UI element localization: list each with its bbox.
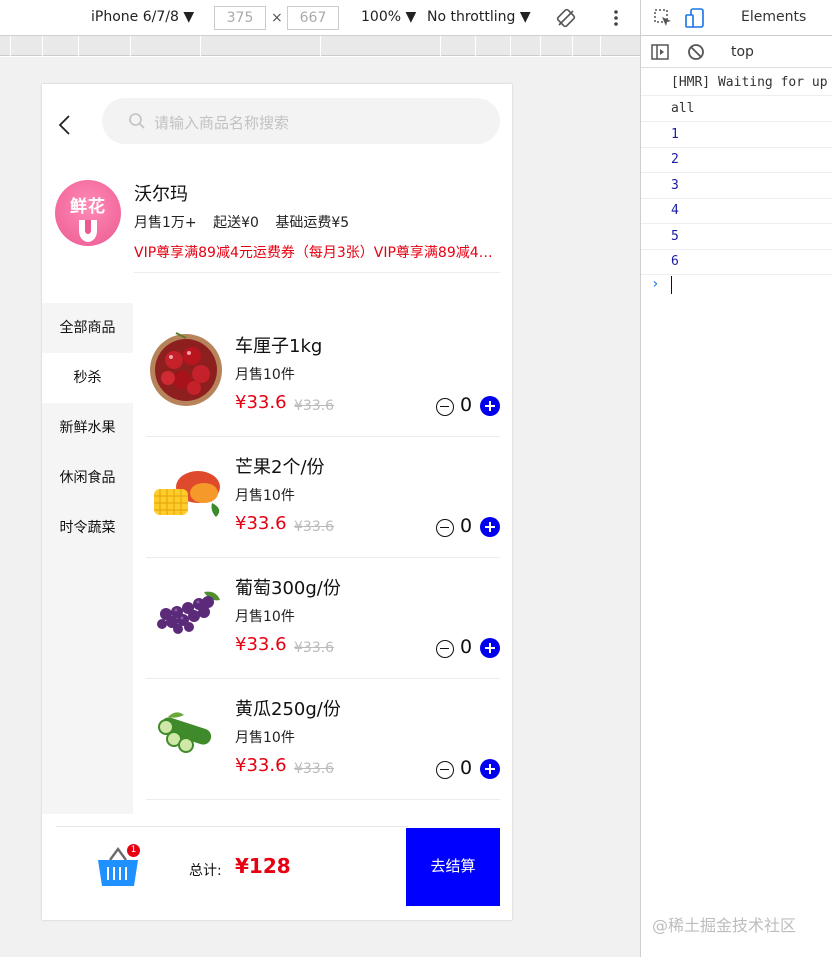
height-input[interactable]: 667 (287, 6, 339, 30)
increase-qty-button[interactable] (480, 759, 500, 779)
product-name: 黄瓜250g/份 (235, 699, 341, 720)
footer-divider (56, 826, 408, 827)
device-toolbar: iPhone 6/7/8 ▼ 375 × 667 100% ▼ No throt… (0, 0, 640, 36)
cucumber-image (158, 712, 212, 753)
product-sold: 月售10件 (235, 730, 295, 746)
search-input[interactable]: 请输入商品名称搜索 (102, 98, 500, 144)
search-icon (129, 113, 145, 129)
store-logo: 鲜花 (55, 180, 121, 246)
monthly-sales: 月售1万+ (134, 215, 197, 231)
store-logo-text: 鲜花 (70, 197, 106, 217)
rotate-icon[interactable] (556, 8, 576, 28)
console-line: 2 (641, 147, 832, 173)
product-item[interactable]: 芒果2个/份 月售10件 ¥33.6 ¥33.6 0 (146, 437, 500, 558)
zoom-select[interactable]: 100% ▼ (361, 9, 416, 25)
product-price: ¥33.6 (235, 513, 287, 534)
decrease-qty-button[interactable] (436, 519, 454, 537)
store-promo[interactable]: VIP尊享满89减4元运费券（每月3张）VIP尊享满89减4元运费券（每月3张） (134, 242, 500, 262)
checkout-button[interactable]: 去结算 (406, 828, 500, 906)
product-item[interactable]: 车厘子1kg 月售10件 ¥33.6 ¥33.6 0 (146, 316, 500, 437)
device-toggle-icon[interactable] (685, 7, 705, 29)
min-delivery: 起送¥0 (213, 215, 259, 231)
tab-elements[interactable]: Elements (741, 9, 806, 25)
context-select[interactable]: top (731, 44, 754, 60)
more-options-icon[interactable] (612, 9, 620, 29)
console-line: 3 (641, 173, 832, 199)
console-line: all (641, 96, 832, 122)
console-line: [HMR] Waiting for up (641, 70, 832, 96)
total-amount: ¥128 (235, 854, 291, 878)
product-price: ¥33.6 (235, 392, 287, 413)
category-item[interactable]: 全部商品 (42, 303, 133, 353)
product-price: ¥33.6 (235, 755, 287, 776)
product-old-price: ¥33.6 (294, 519, 335, 535)
cart-badge: 1 (127, 844, 140, 857)
product-qty: 0 (460, 636, 473, 658)
total-label: 总计: (189, 863, 222, 879)
product-old-price: ¥33.6 (294, 640, 335, 656)
console-prompt: › (651, 276, 660, 292)
dimension-times: × (271, 10, 283, 26)
cherry-image (150, 332, 222, 406)
category-item[interactable]: 新鲜水果 (42, 403, 133, 453)
decrease-qty-button[interactable] (436, 640, 454, 658)
divider (134, 272, 500, 273)
product-qty: 0 (460, 394, 473, 416)
product-old-price: ¥33.6 (294, 398, 335, 414)
devtools-panel: Elements top [HMR] Waiting for up all 1 … (640, 0, 832, 957)
device-select[interactable]: iPhone 6/7/8 ▼ (91, 9, 194, 25)
throttle-select[interactable]: No throttling ▼ (427, 9, 531, 25)
product-old-price: ¥33.6 (294, 761, 335, 777)
console-toolbar: top (641, 36, 832, 68)
watermark: @稀土掘金技术社区 (652, 916, 797, 935)
store-meta: 月售1万+ 起送¥0 基础运费¥5 (134, 212, 361, 232)
mobile-page: 请输入商品名称搜索 鲜花 沃尔玛 月售1万+ 起送¥0 基础运费¥5 VIP尊享… (42, 84, 512, 920)
device-ruler (0, 36, 640, 56)
product-price: ¥33.6 (235, 634, 287, 655)
product-name: 芒果2个/份 (235, 457, 325, 478)
grape-image (157, 591, 220, 634)
console-input[interactable] (671, 276, 672, 294)
zoom-label: 100% (361, 9, 402, 25)
category-item[interactable]: 休闲食品 (42, 453, 133, 503)
console-line: 1 (641, 122, 832, 148)
store-name: 沃尔玛 (134, 184, 188, 205)
increase-qty-button[interactable] (480, 638, 500, 658)
clear-console-icon[interactable] (687, 43, 705, 61)
product-sold: 月售10件 (235, 367, 295, 383)
console-line: 5 (641, 224, 832, 250)
flower-icon (79, 220, 97, 242)
category-sidebar: 全部商品 秒杀 新鲜水果 休闲食品 时令蔬菜 (42, 303, 133, 814)
console-line: 4 (641, 198, 832, 224)
back-arrow-icon[interactable] (56, 114, 74, 136)
product-name: 车厘子1kg (235, 336, 323, 357)
mango-image (154, 471, 220, 517)
product-item[interactable]: 黄瓜250g/份 月售10件 ¥33.6 ¥33.6 0 (146, 679, 500, 800)
category-item[interactable]: 时令蔬菜 (42, 503, 133, 553)
increase-qty-button[interactable] (480, 517, 500, 537)
decrease-qty-button[interactable] (436, 761, 454, 779)
console-line: 6 (641, 249, 832, 275)
product-qty: 0 (460, 515, 473, 537)
product-sold: 月售10件 (235, 488, 295, 504)
increase-qty-button[interactable] (480, 396, 500, 416)
product-name: 葡萄300g/份 (235, 578, 341, 599)
decrease-qty-button[interactable] (436, 398, 454, 416)
sidebar-toggle-icon[interactable] (651, 43, 669, 61)
product-qty: 0 (460, 757, 473, 779)
search-placeholder: 请输入商品名称搜索 (154, 114, 290, 132)
category-item-active[interactable]: 秒杀 (42, 353, 133, 403)
product-item[interactable]: 葡萄300g/份 月售10件 ¥33.6 ¥33.6 0 (146, 558, 500, 679)
screen: iPhone 6/7/8 ▼ 375 × 667 100% ▼ No throt… (0, 0, 832, 957)
devtools-tabs: Elements (641, 0, 832, 36)
inspect-element-icon[interactable] (653, 8, 673, 28)
device-label: iPhone 6/7/8 (91, 9, 179, 25)
product-sold: 月售10件 (235, 609, 295, 625)
width-input[interactable]: 375 (214, 6, 266, 30)
base-delivery-fee: 基础运费¥5 (275, 215, 350, 231)
throttle-label: No throttling (427, 9, 516, 25)
